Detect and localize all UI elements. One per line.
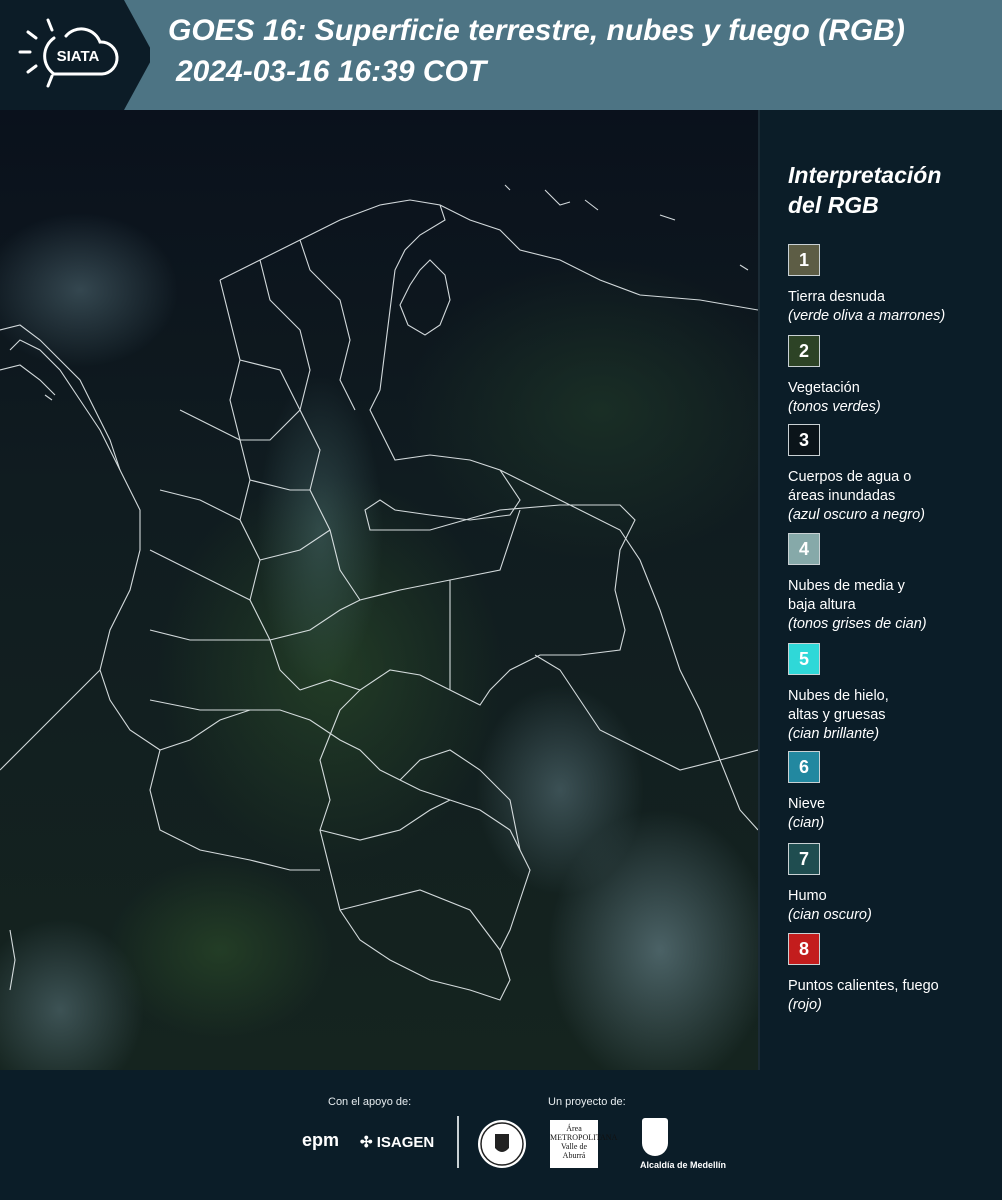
legend-hint: (cian) — [788, 815, 825, 831]
legend-item-bare-soil: 1 Tierra desnuda (verde oliva a marrones… — [788, 244, 945, 326]
satellite-map[interactable] — [0, 110, 758, 1070]
legend-label: Nubes de hielo, altas y gruesas — [788, 688, 889, 723]
colombia-border — [9, 199, 636, 1001]
support-label: Con el apoyo de: — [328, 1096, 412, 1108]
legend-swatch: 3 — [788, 424, 820, 456]
legend-swatch: 7 — [788, 843, 820, 875]
isagen-label: ISAGEN — [376, 1134, 435, 1151]
legend-label: Nieve — [788, 796, 826, 812]
footer: Con el apoyo de: Un proyecto de: epm ✣ I… — [0, 1070, 1002, 1200]
legend-item-vegetation: 2 Vegetación (tonos verdes) — [788, 335, 881, 417]
legend-swatch: 4 — [788, 533, 820, 565]
legend-label: Nubes de media y baja altura — [788, 578, 905, 613]
legend-swatch: 6 — [788, 751, 820, 783]
map-divider — [758, 110, 760, 1070]
legend-label: Cuerpos de agua o áreas inundadas — [788, 469, 912, 504]
area-metropolitana-label: Área METROPOLITANA Valle de Aburrá — [550, 1124, 618, 1160]
legend-hint: (azul oscuro a negro) — [788, 507, 926, 523]
siata-sun-icon: SIATA — [18, 18, 119, 88]
lake-maracaibo — [399, 259, 451, 336]
country-boundaries — [0, 184, 758, 1001]
timestamp: 2024-03-16 16:39 COT — [176, 55, 487, 88]
legend-label: Vegetación — [788, 380, 860, 396]
legend-swatch: 5 — [788, 643, 820, 675]
legend-label: Humo — [788, 888, 827, 904]
legend-item-water: 3 Cuerpos de agua o áreas inundadas (azu… — [788, 424, 925, 525]
legend-item-smoke: 7 Humo (cian oscuro) — [788, 843, 872, 925]
alcaldia-shield-icon[interactable] — [642, 1118, 668, 1156]
legend-title: Interpretación del RGB — [788, 162, 942, 218]
siata-logo: SIATA — [0, 0, 150, 110]
legend-swatch: 1 — [788, 244, 820, 276]
legend-label: Puntos calientes, fuego — [788, 978, 939, 994]
legend: Interpretación del RGB — [788, 160, 988, 220]
legend-hint: (verde oliva a marrones) — [788, 308, 946, 324]
legend-item-snow: 6 Nieve (cian) — [788, 751, 825, 833]
legend-item-ice-clouds: 5 Nubes de hielo, altas y gruesas (cian … — [788, 643, 889, 744]
legend-hint: (rojo) — [788, 997, 822, 1013]
footer-divider — [457, 1116, 459, 1168]
epm-logo[interactable]: epm — [302, 1130, 339, 1151]
area-metropolitana-logo[interactable]: Área METROPOLITANA Valle de Aburrá — [550, 1120, 618, 1168]
svg-text:SIATA: SIATA — [57, 48, 100, 65]
legend-hint: (tonos grises de cian) — [788, 616, 927, 632]
legend-swatch: 2 — [788, 335, 820, 367]
legend-hint: (cian brillante) — [788, 726, 880, 742]
legend-item-fire: 8 Puntos calientes, fuego (rojo) — [788, 933, 939, 1015]
legend-item-low-clouds: 4 Nubes de media y baja altura (tonos gr… — [788, 533, 927, 634]
legend-swatch: 8 — [788, 933, 820, 965]
header-bar: SIATA GOES 16: Superficie terrestre, nub… — [0, 0, 1002, 110]
legend-label: Tierra desnuda — [788, 289, 885, 305]
legend-hint: (cian oscuro) — [788, 907, 872, 923]
medellin-emblem-icon[interactable] — [478, 1120, 526, 1168]
project-label: Un proyecto de: — [548, 1096, 626, 1108]
alcaldia-label: Alcaldía de Medellín — [640, 1160, 727, 1170]
page-title: GOES 16: Superficie terrestre, nubes y f… — [168, 14, 905, 47]
isagen-icon: ✣ — [360, 1134, 373, 1151]
isagen-logo[interactable]: ✣ ISAGEN — [360, 1133, 434, 1151]
legend-hint: (tonos verdes) — [788, 399, 881, 415]
